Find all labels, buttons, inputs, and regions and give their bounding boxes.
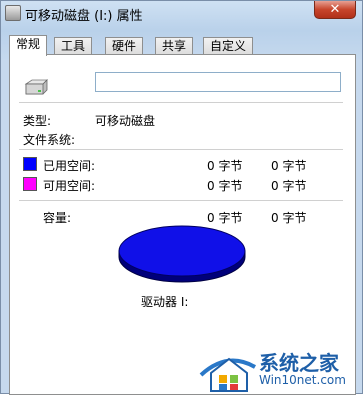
watermark-subtitle: Win10net.com (259, 373, 346, 387)
free-space-bytes: 0 字节 (207, 179, 243, 193)
separator (19, 102, 343, 103)
capacity-label: 容量: (43, 211, 72, 225)
removable-drive-icon (24, 79, 48, 95)
drive-name-input[interactable] (95, 72, 341, 92)
title-bar[interactable]: 可移动磁盘 (I:) 属性 ✕ (1, 1, 362, 29)
free-space-swatch (23, 177, 37, 191)
watermark-logo: 系统之家 Win10net.com (197, 345, 363, 395)
used-space-swatch (23, 157, 37, 171)
free-space-label: 可用空间: (43, 179, 96, 193)
drive-letter-label: 驱动器 I: (141, 295, 189, 309)
watermark-title: 系统之家 (259, 351, 339, 375)
capacity-size: 0 字节 (271, 211, 307, 225)
disk-usage-pie (118, 225, 246, 283)
separator (19, 149, 343, 150)
type-value: 可移动磁盘 (95, 114, 156, 128)
type-label: 类型: (23, 114, 52, 128)
used-space-size: 0 字节 (271, 159, 307, 173)
tab-general[interactable]: 常规 (9, 35, 48, 56)
used-space-label: 已用空间: (43, 159, 96, 173)
tab-hardware[interactable]: 硬件 (105, 37, 144, 55)
drive-icon (5, 5, 21, 21)
house-logo-icon (199, 357, 256, 392)
free-space-size: 0 字节 (271, 179, 307, 193)
tab-customize[interactable]: 自定义 (203, 37, 254, 55)
properties-window: 可移动磁盘 (I:) 属性 ✕ 常规 工具 硬件 共享 自定义 类型: 可移动磁… (0, 0, 363, 395)
tab-sharing[interactable]: 共享 (155, 37, 194, 55)
tab-tools[interactable]: 工具 (54, 37, 93, 55)
filesystem-label: 文件系统: (23, 133, 76, 147)
used-space-bytes: 0 字节 (207, 159, 243, 173)
separator (19, 200, 343, 201)
window-title: 可移动磁盘 (I:) 属性 (25, 9, 143, 24)
close-button[interactable]: ✕ (314, 1, 356, 19)
